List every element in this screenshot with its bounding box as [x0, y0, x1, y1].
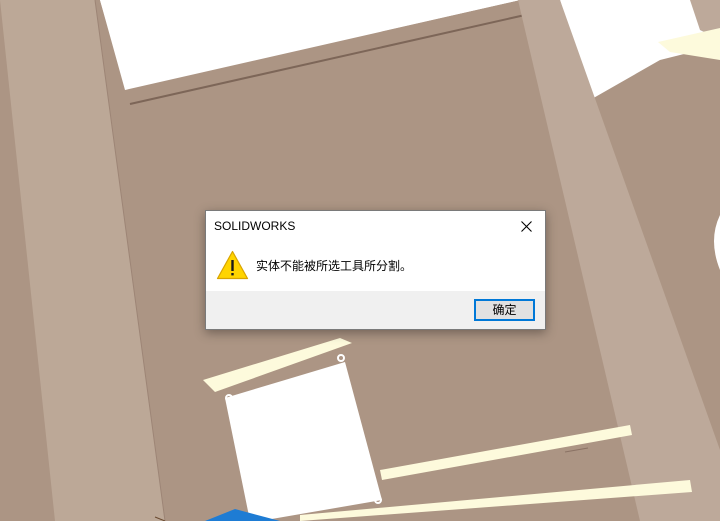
- dialog-body: 实体不能被所选工具所分割。: [206, 241, 545, 291]
- close-button[interactable]: [511, 213, 541, 239]
- dialog-title: SOLIDWORKS: [214, 219, 296, 233]
- dialog-footer: 确定: [206, 291, 545, 329]
- warning-icon: [216, 250, 249, 280]
- close-icon: [521, 221, 532, 232]
- dialog-titlebar[interactable]: SOLIDWORKS: [206, 211, 545, 241]
- ok-button[interactable]: 确定: [474, 299, 535, 321]
- message-dialog: SOLIDWORKS 实体不能被所选工具所分割。 确定: [205, 210, 546, 330]
- dialog-message: 实体不能被所选工具所分割。: [256, 259, 413, 273]
